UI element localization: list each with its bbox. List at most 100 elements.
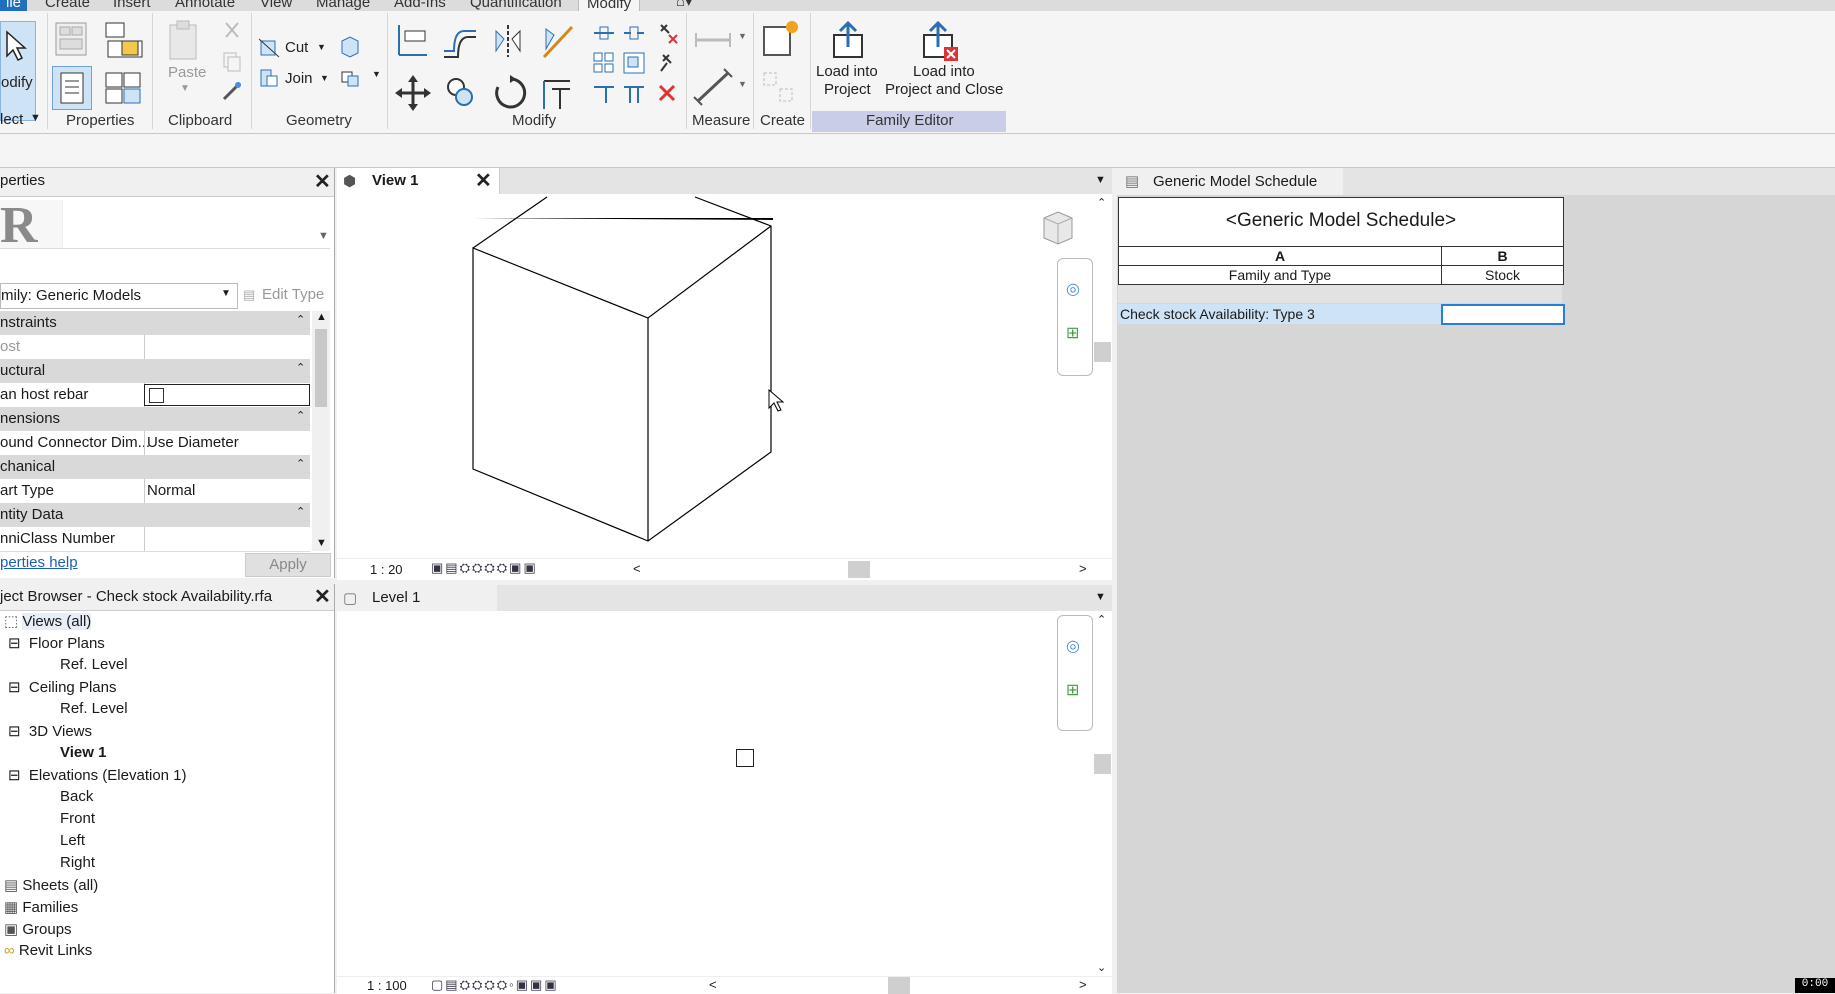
paste-chevron-icon[interactable]: ▼ (180, 83, 190, 94)
column-letter-b[interactable]: B (1442, 248, 1563, 264)
load-into-project-and-close-icon[interactable] (918, 19, 962, 63)
tree-elevation-back[interactable]: Back (60, 788, 93, 805)
view-scale[interactable]: 1 : 20 (370, 562, 403, 577)
scroll-down-icon[interactable]: ▼ (316, 537, 327, 549)
collapse-minus-icon[interactable]: ⊟ (8, 767, 21, 784)
mirror-draw-axis-icon[interactable] (538, 21, 578, 61)
2d-steering-wheel-icon[interactable]: ◎ (1066, 636, 1080, 656)
family-types-icon[interactable] (102, 69, 146, 109)
tab-quantification[interactable]: Quantification (470, 0, 562, 11)
tree-floor-plans[interactable]: ⊟ Floor Plans (8, 634, 105, 652)
collapse-icon[interactable]: ⌃ (296, 409, 305, 422)
tree-elevation-left[interactable]: Left (60, 832, 85, 849)
load-into-project-and-close-button[interactable]: Load into Project and Close (884, 63, 1008, 103)
zoom-icon[interactable]: ⊞ (1066, 680, 1079, 700)
navigation-bar-level-1[interactable]: ◎ ⊞ (1057, 615, 1093, 731)
cell-stock-input[interactable] (1441, 304, 1565, 325)
family-category-icon[interactable] (102, 19, 146, 63)
dimension-aligned-icon[interactable] (692, 67, 736, 107)
group-structural[interactable]: uctural ⌃ (0, 359, 310, 383)
create-similar-icon[interactable] (760, 17, 804, 61)
properties-toggle-button[interactable] (52, 66, 92, 110)
match-properties-icon[interactable] (220, 79, 244, 103)
cut-scissors-icon[interactable] (220, 19, 244, 43)
trim-extend-icon[interactable] (538, 73, 578, 113)
split-with-gap-icon[interactable] (622, 21, 646, 45)
trim-single-icon[interactable] (592, 81, 616, 105)
select-chevron-icon[interactable]: ▼ (30, 112, 41, 124)
param-value[interactable]: Use Diameter (147, 434, 239, 451)
schedule-data-row[interactable]: Check stock Availability: Type 3 (1118, 304, 1565, 325)
scroll-thumb[interactable] (1094, 754, 1111, 774)
can-host-rebar-checkbox[interactable] (149, 388, 164, 403)
steering-wheel-icon[interactable]: ◎ (1066, 279, 1080, 299)
join-geometry-button[interactable]: Join (285, 70, 313, 87)
cut-chevron-icon[interactable]: ▼ (317, 42, 326, 52)
properties-help-link[interactable]: perties help (0, 554, 78, 571)
copy-element-icon[interactable] (440, 73, 480, 113)
collapse-icon[interactable]: ⌃ (296, 313, 305, 326)
level-element-marker[interactable] (736, 749, 754, 767)
load-into-project-button[interactable]: Load into Project (812, 63, 884, 103)
wall-joins-icon[interactable] (338, 66, 362, 90)
view-control-icons[interactable]: ▢▤⛭⛭⛭⛭◦▣▣▣ (431, 977, 559, 993)
load-into-project-icon[interactable] (828, 19, 868, 63)
tree-elevation-front[interactable]: Front (60, 810, 95, 827)
scroll-up-icon[interactable]: ⌃ (1097, 613, 1106, 626)
view-scale[interactable]: 1 : 100 (367, 978, 407, 993)
mirror-pick-axis-icon[interactable] (490, 21, 530, 61)
type-selector-chevron-icon[interactable]: ▼ (318, 230, 329, 242)
trim-multiple-icon[interactable] (622, 81, 646, 105)
type-selector[interactable]: R ▼ (0, 197, 330, 254)
param-value[interactable]: Normal (147, 482, 195, 499)
viewcube-icon[interactable] (1040, 208, 1076, 248)
pin-icon[interactable] (655, 51, 679, 75)
collapse-icon[interactable]: ⌃ (296, 361, 305, 374)
modify-button[interactable]: odify (0, 21, 36, 121)
close-browser-icon[interactable]: ✕ (314, 584, 331, 609)
scroll-down-icon[interactable]: ⌄ (1097, 961, 1106, 974)
quick-access-dropdown-icon[interactable]: ⌂▾ (676, 0, 693, 10)
family-filter-dropdown[interactable]: mily: Generic Models ▼ (0, 283, 238, 309)
group-mechanical[interactable]: chanical ⌃ (0, 455, 310, 479)
properties-scrollbar[interactable]: ▲ ▼ (312, 311, 330, 551)
cut-geometry-icon[interactable] (257, 35, 281, 59)
navigation-bar[interactable]: ◎ ⊞ (1057, 258, 1093, 376)
edit-type-button[interactable]: ▤ Edit Type (240, 283, 332, 307)
level-1-canvas[interactable]: ◎ ⊞ ⌃ ⌄ 1 : 100 ▢▤⛭⛭⛭⛭◦▣▣▣ < > (337, 585, 1112, 994)
schedule-view[interactable]: <Generic Model Schedule> A B Family and … (1117, 168, 1835, 993)
tab-manage[interactable]: Manage (316, 0, 370, 11)
hscroll-left-icon[interactable]: < (633, 561, 641, 576)
tab-view[interactable]: View (260, 0, 292, 11)
align-icon[interactable] (393, 21, 433, 61)
offset-icon[interactable] (440, 21, 480, 61)
type-properties-icon[interactable] (52, 19, 92, 59)
scale-icon[interactable] (622, 51, 646, 75)
measure-between-refs-icon[interactable] (692, 25, 736, 55)
tab-insert[interactable]: Insert (113, 0, 151, 11)
apply-button[interactable]: Apply (245, 553, 331, 577)
scroll-thumb[interactable] (1094, 342, 1111, 362)
close-properties-icon[interactable]: ✕ (314, 169, 331, 194)
hscroll-thumb[interactable] (848, 561, 870, 578)
collapse-minus-icon[interactable]: ⊟ (8, 635, 21, 652)
collapse-minus-icon[interactable]: ⊟ (8, 679, 21, 696)
copy-icon[interactable] (220, 49, 244, 73)
tree-sheets[interactable]: ▤ Sheets (all) (4, 876, 98, 894)
tab-file[interactable]: ile (0, 0, 28, 11)
wall-joins-chevron-icon[interactable]: ▼ (372, 69, 381, 79)
select-dropdown[interactable]: lect (0, 111, 23, 128)
header-family-and-type[interactable]: Family and Type (1119, 267, 1441, 283)
rotate-icon[interactable] (490, 73, 530, 113)
cut-geometry-button[interactable]: Cut (285, 39, 308, 56)
tree-floor-ref-level[interactable]: Ref. Level (60, 656, 128, 673)
group-dimensions[interactable]: nensions ⌃ (0, 407, 310, 431)
join-chevron-icon[interactable]: ▼ (320, 73, 329, 83)
scroll-up-icon[interactable]: ⌃ (1097, 196, 1106, 209)
hscroll-right-icon[interactable]: > (1079, 561, 1087, 576)
tree-views-all[interactable]: ⬚ Views (all) (4, 612, 92, 630)
tab-menu-chevron-icon[interactable]: ▼ (1095, 591, 1106, 603)
unpin-icon[interactable] (655, 21, 679, 45)
collapse-icon[interactable]: ⌃ (296, 457, 305, 470)
collapse-minus-icon[interactable]: ⊟ (8, 723, 21, 740)
